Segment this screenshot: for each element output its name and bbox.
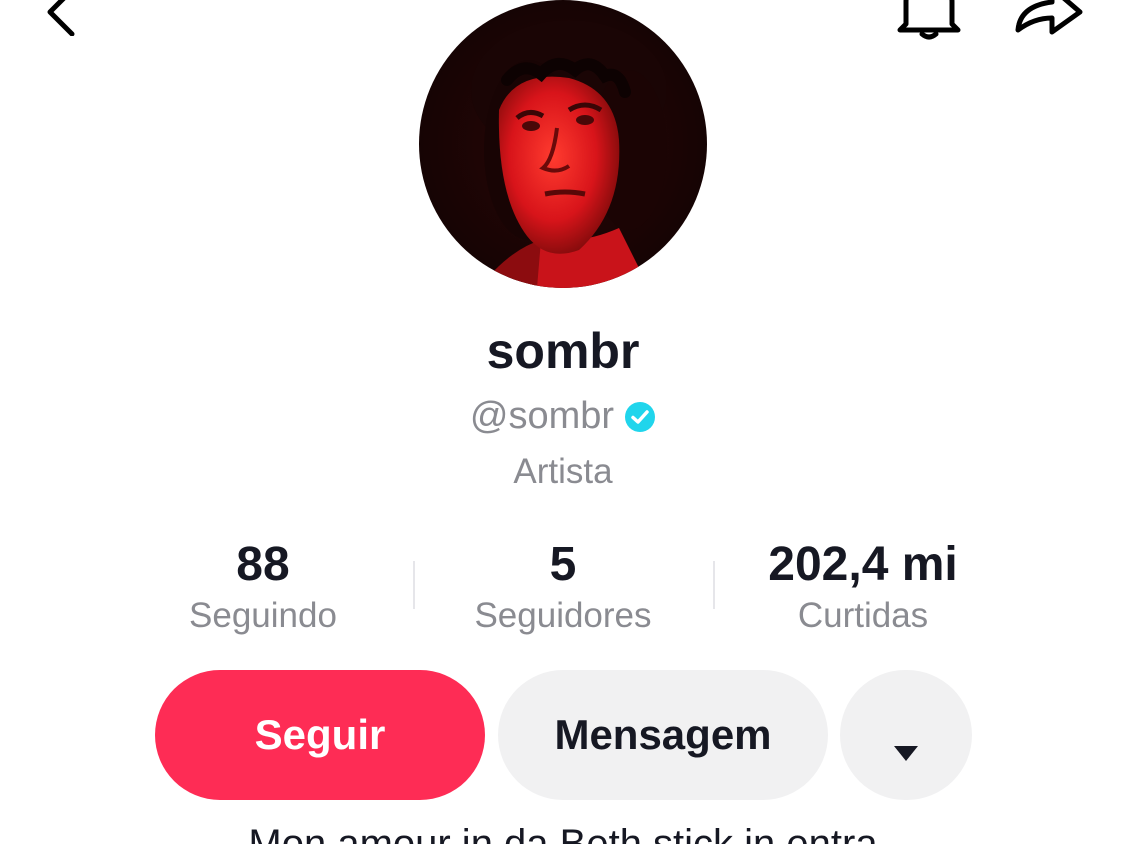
profile-page: sombr @sombr Artista 88 Seguindo 5 Segui… xyxy=(0,0,1126,844)
stat-likes[interactable]: 202,4 mi Curtidas xyxy=(733,537,993,639)
stat-following-label: Seguindo xyxy=(189,596,337,635)
profile-category: Artista xyxy=(513,452,613,491)
stat-following[interactable]: 88 Seguindo xyxy=(133,537,393,639)
message-button[interactable]: Mensagem xyxy=(498,670,828,800)
stat-followers[interactable]: 5 Seguidores xyxy=(433,537,693,639)
stat-likes-value: 202,4 mi xyxy=(768,538,958,591)
verified-badge-icon xyxy=(624,401,656,433)
caret-down-icon xyxy=(892,725,920,761)
stat-followers-label: Seguidores xyxy=(474,596,652,635)
profile-stats: 88 Seguindo 5 Seguidores 202,4 mi Curtid… xyxy=(0,537,1126,637)
bell-icon[interactable] xyxy=(892,0,966,44)
more-options-button[interactable] xyxy=(840,670,972,800)
share-arrow-icon[interactable] xyxy=(1008,0,1086,40)
stat-divider xyxy=(713,561,715,609)
profile-bio: Mon amour in da Beth stick in entra xyxy=(248,822,878,844)
stat-divider xyxy=(413,561,415,609)
stat-followers-value: 5 xyxy=(549,538,577,591)
avatar[interactable] xyxy=(419,0,707,288)
profile-handle: @sombr xyxy=(469,395,615,437)
follow-button[interactable]: Seguir xyxy=(155,670,485,800)
stat-following-value: 88 xyxy=(236,538,290,591)
handle-row: @sombr xyxy=(0,395,1126,438)
profile-display-name: sombr xyxy=(486,323,640,379)
back-icon[interactable] xyxy=(36,0,86,37)
stat-likes-label: Curtidas xyxy=(797,596,929,635)
